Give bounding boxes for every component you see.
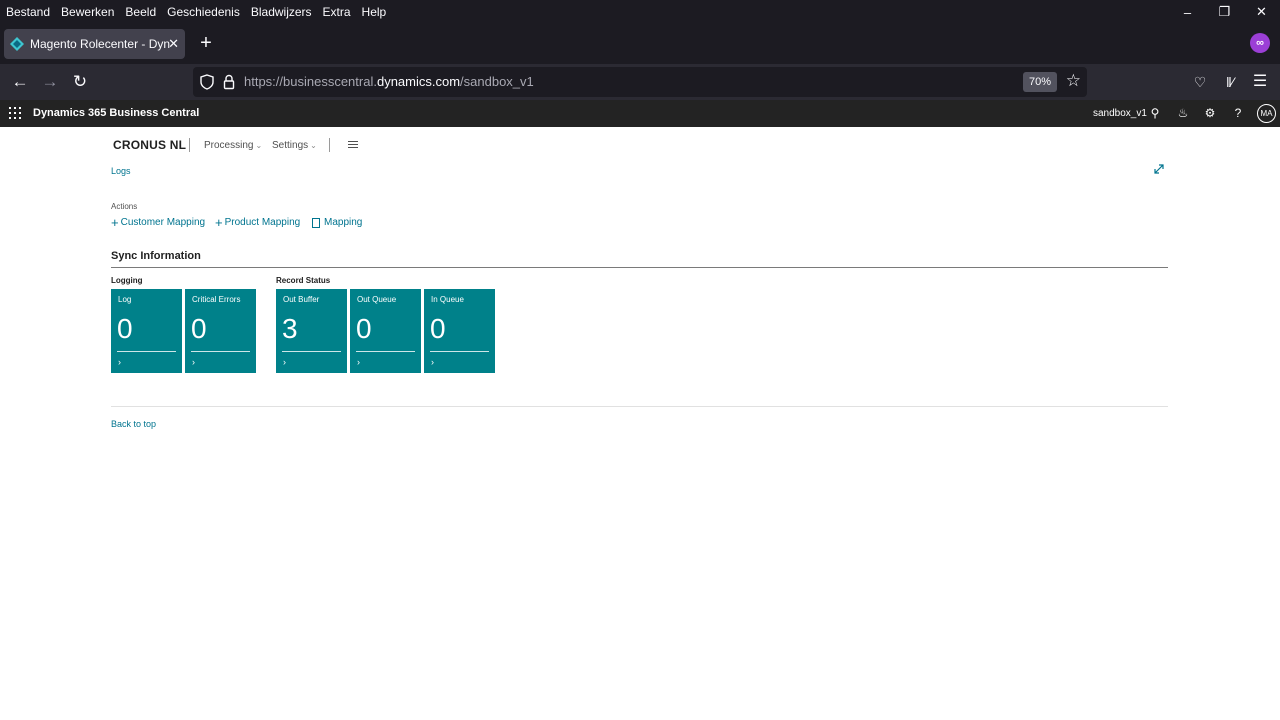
tab-magento-rolecenter[interactable]: Magento Rolecenter - Dynamics ✕ (4, 29, 185, 59)
tile-in-queue[interactable]: In Queue 0 › (424, 289, 495, 373)
bc-header: Dynamics 365 Business Central sandbox_v1… (0, 100, 1280, 127)
menu-bestand[interactable]: Bestand (0, 5, 50, 19)
bookmark-star-icon[interactable]: ☆ (1066, 71, 1081, 91)
search-icon[interactable]: ⚲ (1147, 105, 1163, 121)
dynamics-favicon-icon (10, 37, 24, 51)
chevron-right-icon: › (192, 357, 195, 367)
processing-label: Processing (204, 140, 254, 151)
chevron-right-icon: › (431, 357, 434, 367)
browser-menubar: Bestand Bewerken Beeld Geschiedenis Blad… (0, 0, 1280, 24)
tile-label: In Queue (431, 295, 464, 304)
tab-title: Magento Rolecenter - Dynamics (30, 37, 170, 51)
tile-value: 0 (117, 313, 133, 344)
menu-beeld[interactable]: Beeld (119, 5, 156, 19)
tile-label: Out Buffer (283, 295, 320, 304)
minimize-icon[interactable]: – (1169, 0, 1206, 24)
library-icon[interactable]: ‖⁄ (1218, 70, 1242, 94)
menu-bladwijzers[interactable]: Bladwijzers (245, 5, 312, 19)
help-icon[interactable]: ? (1230, 105, 1246, 121)
close-tab-icon[interactable]: ✕ (168, 36, 179, 52)
tile-value: 0 (430, 313, 446, 344)
tile-out-queue[interactable]: Out Queue 0 › (350, 289, 421, 373)
tile-value: 0 (191, 313, 207, 344)
window-controls: – ❐ ✕ (1169, 0, 1280, 24)
chevron-right-icon: › (283, 357, 286, 367)
pocket-icon[interactable]: ♡ (1188, 70, 1212, 94)
zoom-level[interactable]: 70% (1022, 72, 1057, 92)
processing-menu[interactable]: Processing ⌄ (204, 140, 262, 151)
tile-divider (282, 351, 341, 352)
tile-divider (356, 351, 415, 352)
tile-divider (117, 351, 176, 352)
url-host: dynamics.com (376, 74, 461, 89)
close-window-icon[interactable]: ✕ (1243, 0, 1280, 24)
shield-icon[interactable] (200, 74, 214, 90)
logs-link[interactable]: Logs (111, 166, 131, 176)
mapping-label: Mapping (324, 217, 363, 228)
reload-icon[interactable]: ↻ (68, 70, 92, 94)
menu-help[interactable]: Help (356, 5, 387, 19)
lock-icon[interactable] (223, 74, 235, 90)
avatar[interactable]: MA (1257, 104, 1276, 123)
navigation-bar: ← → ↻ https://businesscentral.dynamics.c… (0, 64, 1280, 100)
tile-label: Critical Errors (192, 295, 241, 304)
tile-label: Out Queue (357, 295, 397, 304)
bc-app-title[interactable]: Dynamics 365 Business Central (33, 107, 199, 119)
menu-divider (329, 138, 330, 152)
tile-label: Log (118, 295, 132, 304)
url-bar[interactable]: https://businesscentral.dynamics.com/san… (193, 67, 1087, 97)
chevron-right-icon: › (118, 357, 121, 367)
back-icon[interactable]: ← (8, 70, 32, 94)
extension-icon[interactable]: ∞ (1250, 33, 1270, 53)
logging-group-label: Logging (111, 276, 143, 285)
record-status-group-label: Record Status (276, 276, 331, 285)
menu-extra[interactable]: Extra (317, 5, 351, 19)
back-to-top-link[interactable]: Back to top (111, 419, 156, 429)
restore-icon[interactable]: ❐ (1206, 0, 1243, 24)
product-mapping-label: Product Mapping (224, 217, 301, 228)
url-text[interactable]: https://businesscentral.dynamics.com/san… (244, 74, 534, 89)
tile-value: 3 (282, 313, 298, 344)
app-menu-icon[interactable]: ☰ (1248, 70, 1272, 94)
chevron-right-icon: › (357, 357, 360, 367)
customer-mapping-label: Customer Mapping (120, 217, 206, 228)
tile-divider (430, 351, 489, 352)
tile-log[interactable]: Log 0 › (111, 289, 182, 373)
sync-information-title[interactable]: Sync Information (111, 250, 201, 262)
document-icon (312, 217, 320, 228)
product-mapping-action[interactable]: + Product Mapping (215, 214, 301, 230)
settings-gear-icon[interactable]: ⚙ (1202, 105, 1218, 121)
app-launcher-icon[interactable] (9, 107, 21, 119)
customer-mapping-action[interactable]: + Customer Mapping (111, 214, 206, 230)
settings-menu[interactable]: Settings ⌄ (272, 140, 317, 151)
new-tab-icon[interactable]: + (195, 32, 217, 54)
tab-bar: Magento Rolecenter - Dynamics ✕ + ∞ (0, 24, 1280, 64)
url-path: /sandbox_v1 (460, 74, 534, 89)
more-options-icon[interactable] (348, 141, 358, 149)
menu-geschiedenis[interactable]: Geschiedenis (161, 5, 240, 19)
mapping-action[interactable]: Mapping (312, 217, 362, 228)
environment-name: sandbox_v1 (1093, 108, 1147, 119)
chevron-down-icon: ⌄ (255, 141, 263, 150)
plus-icon: + (111, 214, 119, 230)
tile-divider (191, 351, 250, 352)
chevron-down-icon: ⌄ (310, 141, 317, 150)
forward-icon[interactable]: → (38, 70, 62, 94)
menu-bewerken[interactable]: Bewerken (55, 5, 114, 19)
settings-label: Settings (272, 140, 309, 151)
tile-value: 0 (356, 313, 372, 344)
url-prefix: https://businesscentral. (244, 74, 377, 89)
expand-icon[interactable] (1153, 163, 1165, 175)
section-divider (111, 267, 1168, 268)
title-divider (189, 138, 190, 152)
tile-out-buffer[interactable]: Out Buffer 3 › (276, 289, 347, 373)
notification-bell-icon[interactable]: ♨ (1175, 105, 1191, 121)
page-title[interactable]: CRONUS NL (113, 138, 186, 152)
plus-icon: + (215, 214, 223, 230)
footer-divider (111, 406, 1168, 407)
actions-label: Actions (111, 202, 138, 211)
tile-critical-errors[interactable]: Critical Errors 0 › (185, 289, 256, 373)
